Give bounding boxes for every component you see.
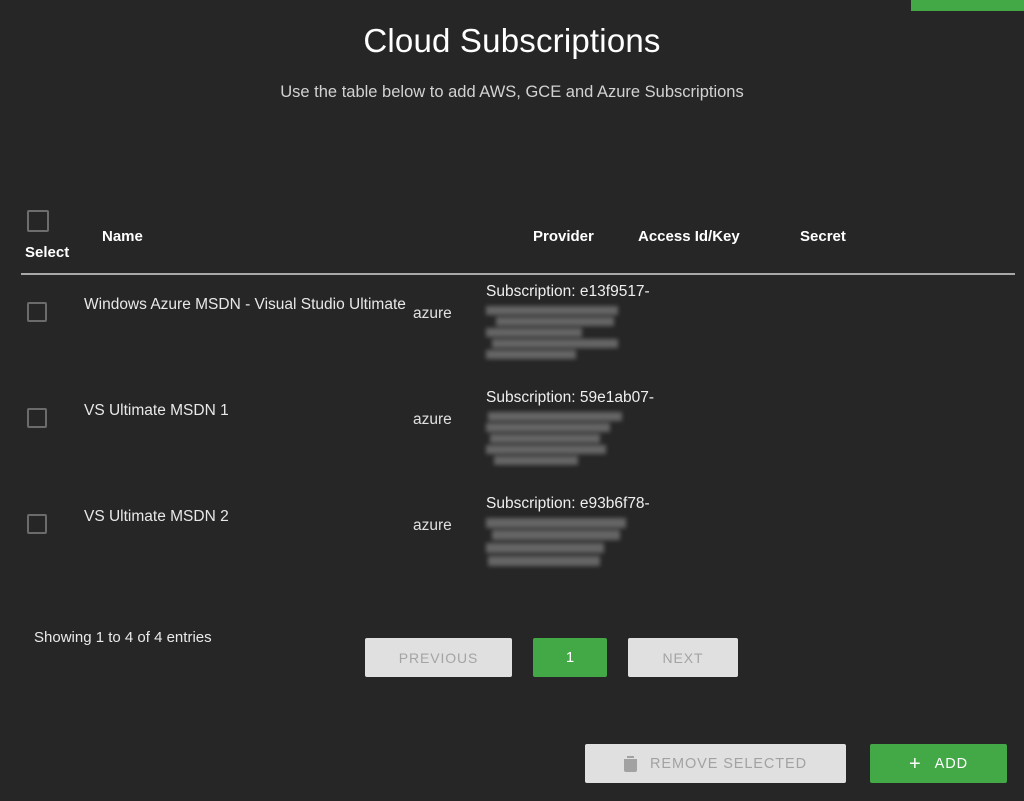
- row-select-checkbox[interactable]: [27, 408, 47, 428]
- column-header-select: Select: [25, 244, 70, 261]
- cell-name: VS Ultimate MSDN 2: [84, 508, 229, 525]
- column-header-provider[interactable]: Provider: [533, 228, 594, 245]
- trash-icon: [624, 755, 638, 772]
- row-select-checkbox[interactable]: [27, 514, 47, 534]
- remove-selected-button[interactable]: REMOVE SELECTED: [585, 744, 846, 783]
- next-page-button[interactable]: NEXT: [628, 638, 738, 677]
- table-header-row: Select Name Provider Access Id/Key Secre…: [21, 196, 1015, 275]
- add-button[interactable]: + ADD: [870, 744, 1007, 783]
- column-header-access-id-key[interactable]: Access Id/Key: [638, 228, 740, 245]
- page-subtitle: Use the table below to add AWS, GCE and …: [280, 83, 744, 101]
- cell-access-id-key: Subscription: e93b6f78-: [486, 493, 746, 576]
- subscription-id-label: Subscription: 59e1ab07-: [486, 389, 655, 406]
- column-header-name[interactable]: Name: [102, 228, 143, 245]
- redacted-value: [486, 518, 636, 576]
- redacted-value: [486, 412, 636, 470]
- subscriptions-table: Select Name Provider Access Id/Key Secre…: [21, 196, 1015, 593]
- remove-selected-label: REMOVE SELECTED: [650, 755, 807, 772]
- page-1-button[interactable]: 1: [533, 638, 607, 677]
- redacted-value: [486, 306, 636, 364]
- page-title: Cloud Subscriptions: [363, 22, 661, 59]
- select-all-checkbox[interactable]: [27, 210, 49, 232]
- action-bar: REMOVE SELECTED + ADD: [585, 744, 1007, 783]
- cell-provider: azure: [413, 411, 452, 428]
- table-body: Windows Azure MSDN - Visual Studio Ultim…: [21, 275, 1015, 593]
- cloud-subscriptions-page: Cloud Subscriptions Use the table below …: [0, 0, 1024, 801]
- subscription-id-label: Subscription: e13f9517-: [486, 283, 650, 300]
- cell-access-id-key: Subscription: 59e1ab07-: [486, 387, 746, 470]
- showing-entries-label: Showing 1 to 4 of 4 entries: [34, 629, 212, 646]
- add-label: ADD: [934, 755, 968, 772]
- previous-page-button[interactable]: PREVIOUS: [365, 638, 512, 677]
- pagination: PREVIOUS 1 NEXT: [365, 638, 738, 677]
- cell-access-id-key: Subscription: e13f9517-: [486, 281, 746, 364]
- row-select-checkbox[interactable]: [27, 302, 47, 322]
- cell-name: VS Ultimate MSDN 1: [84, 402, 229, 419]
- column-header-secret[interactable]: Secret: [800, 228, 846, 245]
- table-row[interactable]: VS Ultimate MSDN 2 azure Subscription: e93…: [21, 487, 1015, 593]
- plus-icon: +: [909, 752, 922, 775]
- top-accent-bar: [911, 0, 1024, 11]
- table-row[interactable]: Windows Azure MSDN - Visual Studio Ultim…: [21, 275, 1015, 381]
- subscription-id-label: Subscription: e93b6f78-: [486, 495, 650, 512]
- table-row[interactable]: VS Ultimate MSDN 1 azure Subscription: 59e…: [21, 381, 1015, 487]
- cell-provider: azure: [413, 517, 452, 534]
- cell-provider: azure: [413, 305, 452, 322]
- cell-name: Windows Azure MSDN - Visual Studio Ultim…: [84, 296, 406, 313]
